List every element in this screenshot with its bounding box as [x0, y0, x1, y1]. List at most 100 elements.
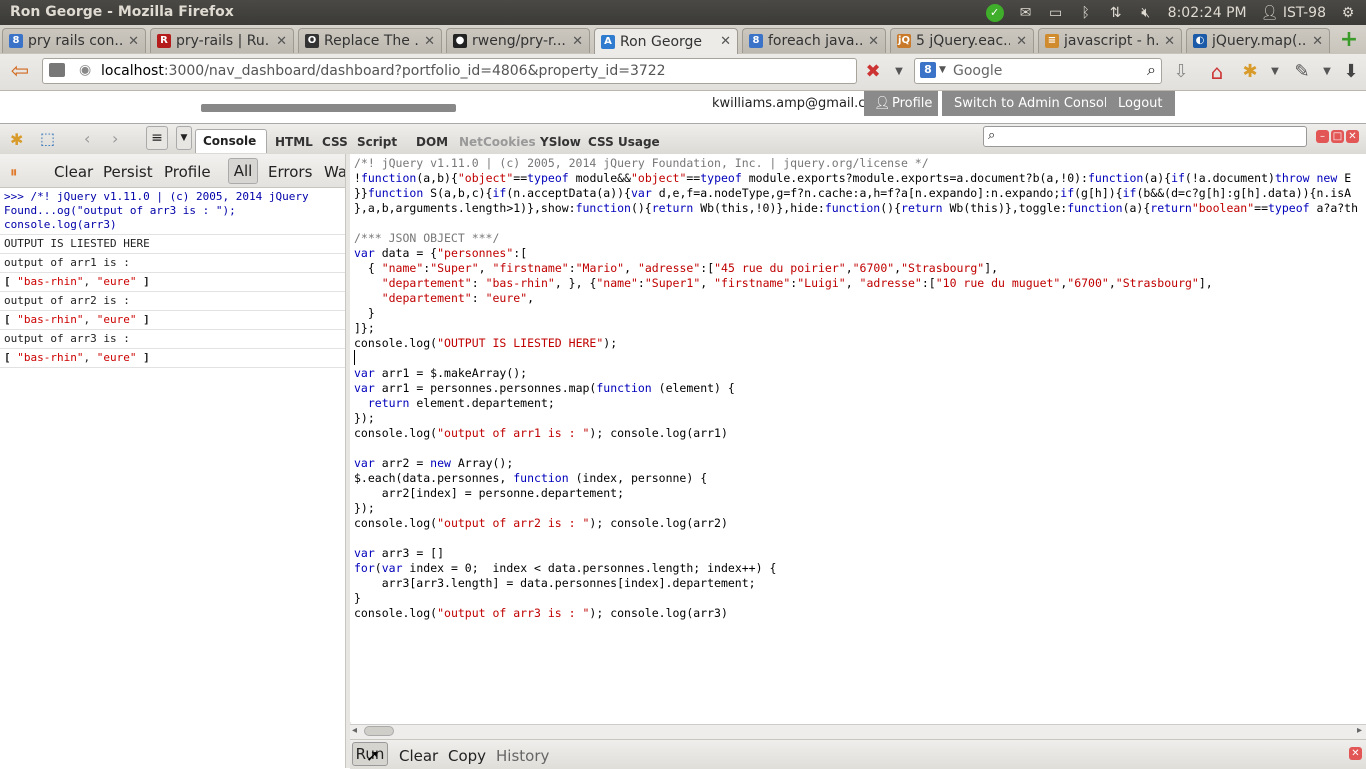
home-icon[interactable]: ⌂: [1204, 60, 1230, 84]
break-on-error-icon[interactable]: ⏸: [10, 163, 18, 181]
warnings-filter[interactable]: Wa: [324, 163, 347, 181]
tab-close-icon[interactable]: ✕: [1016, 34, 1027, 49]
tab-close-icon[interactable]: ✕: [1312, 34, 1323, 49]
bluetooth-icon[interactable]: ᛒ: [1078, 6, 1094, 20]
array-item[interactable]: "bas-rhin": [17, 313, 83, 326]
mouse-cursor-icon: ➚: [366, 746, 380, 765]
url-text[interactable]: localhost:3000/nav_dashboard/dashboard?p…: [101, 63, 666, 79]
command-line-icon[interactable]: ≡: [146, 126, 168, 150]
tab-close-icon[interactable]: ✕: [572, 34, 583, 49]
firebug-search-input[interactable]: ⌕: [983, 126, 1307, 147]
text-cursor: [354, 350, 355, 365]
mail-icon[interactable]: ✉: [1018, 6, 1034, 20]
tab-favicon-icon: A: [601, 34, 615, 49]
code-line: }: [354, 591, 361, 605]
switch-admin-button[interactable]: Switch to Admin Console: [942, 91, 1128, 116]
tab-close-icon[interactable]: ✕: [720, 34, 731, 49]
noscript-dropdown-icon[interactable]: ▼: [892, 60, 906, 84]
scrollbar-thumb[interactable]: [364, 726, 394, 736]
tab-7[interactable]: jQ 5 jQuery.eac... ✕: [890, 28, 1034, 53]
errors-filter[interactable]: Errors: [268, 163, 312, 181]
tab-close-icon[interactable]: ✕: [868, 34, 879, 49]
google-engine-icon[interactable]: 8: [920, 62, 936, 78]
profile-button[interactable]: 👤︎ Profile: [864, 91, 938, 116]
tab-2[interactable]: Rpry-rails | Ru... ✕: [150, 28, 294, 53]
scroll-right-icon[interactable]: ▸: [1357, 725, 1362, 736]
profile-console-button[interactable]: Profile: [164, 163, 211, 181]
code-line: console.log("output of arr2 is : "); con…: [354, 516, 728, 530]
persist-button[interactable]: Persist: [103, 163, 153, 181]
tab-close-icon[interactable]: ✕: [1164, 34, 1175, 49]
download-icon[interactable]: ⇩: [1170, 60, 1192, 84]
clear-editor-button[interactable]: Clear: [399, 747, 438, 765]
array-item[interactable]: "bas-rhin": [17, 275, 83, 288]
tab-html[interactable]: HTML: [275, 135, 313, 149]
engine-dropdown-icon[interactable]: ▼: [939, 65, 946, 75]
minimize-icon[interactable]: –: [1316, 130, 1329, 143]
array-bracket: ]: [136, 313, 150, 326]
copy-button[interactable]: Copy: [448, 747, 486, 765]
command-editor[interactable]: /*! jQuery v1.11.0 | (c) 2005, 2014 jQue…: [350, 154, 1366, 722]
history-button[interactable]: History: [496, 747, 549, 765]
tab-css-usage[interactable]: CSS Usage: [588, 135, 660, 149]
firebug-logo-icon[interactable]: ✱: [10, 130, 23, 149]
volume-muted-icon[interactable]: 🔇︎: [1138, 6, 1154, 20]
battery-icon[interactable]: ▭: [1048, 6, 1064, 20]
editor-horizontal-scrollbar[interactable]: ◂ ▸: [350, 724, 1366, 739]
tab-close-icon[interactable]: ✕: [276, 34, 287, 49]
tab-yslow[interactable]: YSlow: [540, 135, 581, 149]
tab-net[interactable]: Net: [459, 135, 483, 149]
tab-8[interactable]: ≡ javascript - h... ✕: [1038, 28, 1182, 53]
panel-dropdown-icon[interactable]: ▼: [176, 126, 192, 150]
tab-console[interactable]: Console ▼: [195, 129, 267, 170]
update-ok-icon[interactable]: ✓: [985, 4, 1004, 22]
back-arrow-icon[interactable]: ⇦: [6, 60, 34, 84]
search-bar[interactable]: 8 ▼ Google ⌕: [914, 58, 1162, 84]
site-identity-icon[interactable]: [49, 63, 65, 77]
all-filter[interactable]: All: [228, 158, 258, 184]
firebug-icon[interactable]: ✱: [1240, 60, 1260, 84]
scroll-left-icon[interactable]: ◂: [352, 725, 357, 736]
user-email: kwilliams.amp@gmail.com: [712, 96, 887, 111]
tab-close-icon[interactable]: ✕: [424, 34, 435, 49]
tab-script[interactable]: Script: [357, 135, 397, 149]
noscript-icon[interactable]: ✖: [862, 60, 884, 84]
clear-button[interactable]: Clear: [54, 163, 93, 181]
power-gear-icon[interactable]: ⚙: [1340, 6, 1356, 20]
array-item[interactable]: "eure": [97, 351, 137, 364]
detach-icon[interactable]: □: [1331, 130, 1344, 143]
logout-button[interactable]: Logout: [1106, 91, 1175, 116]
tab-4[interactable]: ● rweng/pry-r... ✕: [446, 28, 590, 53]
firebug-dropdown-icon[interactable]: ▼: [1268, 60, 1282, 84]
back-icon[interactable]: ‹: [84, 129, 90, 148]
network-icon[interactable]: ⇅: [1108, 6, 1124, 20]
menu-download-icon[interactable]: ⬇: [1340, 60, 1362, 84]
array-item[interactable]: "eure": [97, 275, 137, 288]
inspect-icon[interactable]: ⬚: [40, 129, 55, 148]
close-editor-icon[interactable]: ✕: [1349, 747, 1362, 760]
tools-dropdown-icon[interactable]: ▼: [1320, 60, 1334, 84]
log-command-entry[interactable]: >>> /*! jQuery v1.11.0 | (c) 2005, 2014 …: [0, 188, 345, 235]
tab-1[interactable]: 8 pry rails con... ✕: [2, 28, 146, 53]
array-item[interactable]: "bas-rhin": [17, 351, 83, 364]
tab-close-icon[interactable]: ✕: [128, 34, 139, 49]
clock[interactable]: 8:02:24 PM: [1168, 5, 1247, 21]
tab-dom[interactable]: DOM: [416, 135, 448, 149]
forward-icon[interactable]: ›: [112, 129, 118, 148]
tab-6[interactable]: 8 foreach java... ✕: [742, 28, 886, 53]
search-icon[interactable]: ⌕: [1147, 60, 1156, 80]
tools-icon[interactable]: ✎: [1292, 60, 1312, 84]
user-menu[interactable]: 👤︎ IST-98: [1261, 5, 1326, 21]
window-title: Ron George - Mozilla Firefox: [10, 4, 234, 20]
code-line: });: [354, 411, 375, 425]
close-firebug-icon[interactable]: ✕: [1346, 130, 1359, 143]
array-item[interactable]: "eure": [97, 313, 137, 326]
tab-3[interactable]: O Replace The ... ✕: [298, 28, 442, 53]
tab-cookies[interactable]: Cookies: [483, 135, 536, 149]
code-line: arr2[index] = personne.departement;: [354, 486, 625, 500]
url-bar[interactable]: ◉ localhost:3000/nav_dashboard/dashboard…: [42, 58, 857, 84]
new-tab-button[interactable]: +: [1338, 29, 1360, 51]
tab-5[interactable]: A Ron George ✕: [594, 28, 738, 54]
tab-9[interactable]: ◐ jQuery.map(... ✕: [1186, 28, 1330, 53]
tab-css[interactable]: CSS: [322, 135, 348, 149]
